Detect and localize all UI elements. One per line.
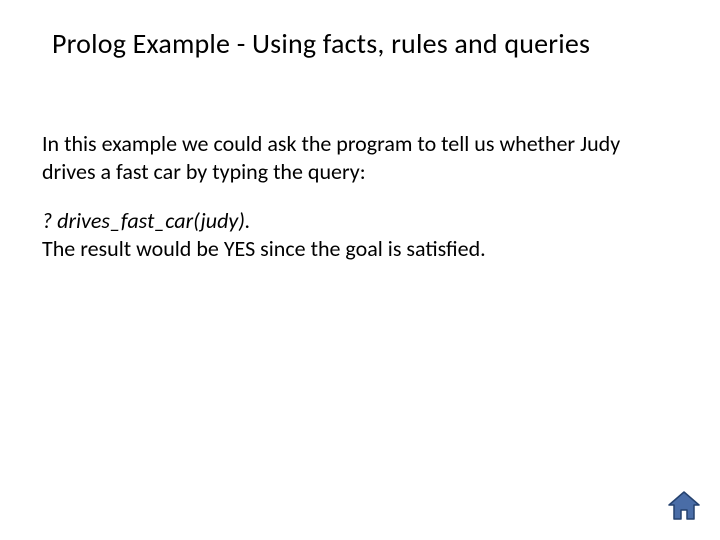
home-button[interactable]: [666, 490, 702, 522]
query-text: ? drives_fast_car(judy).: [42, 207, 660, 235]
slide-title: Prolog Example - Using facts, rules and …: [52, 26, 680, 61]
result-text: The result would be YES since the goal i…: [42, 235, 660, 263]
intro-paragraph: In this example we could ask the program…: [42, 130, 660, 185]
slide: Prolog Example - Using facts, rules and …: [0, 0, 720, 540]
slide-body: In this example we could ask the program…: [42, 130, 660, 262]
home-icon: [666, 490, 702, 522]
query-block: ? drives_fast_car(judy). The result woul…: [42, 207, 660, 262]
